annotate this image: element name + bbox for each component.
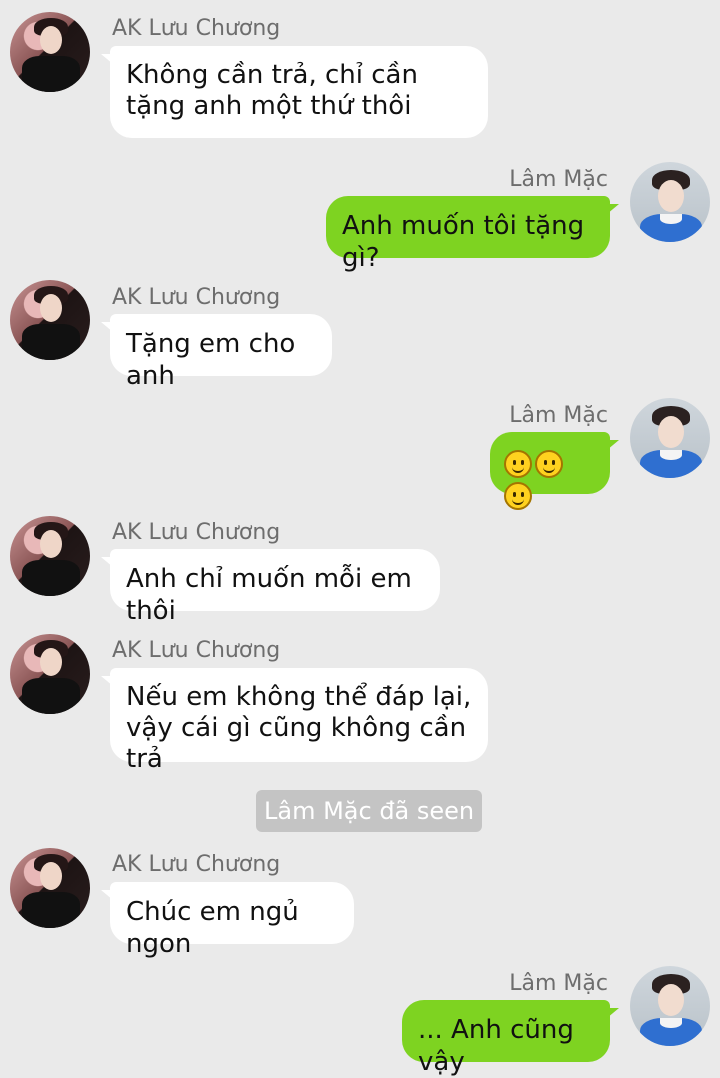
incoming-message-bubble[interactable]: Nếu em không thể đáp lại, vậy cái gì cũn… <box>101 668 488 774</box>
sender-name: AK Lưu Chương <box>112 16 281 41</box>
contact-avatar[interactable] <box>10 280 90 360</box>
contact-avatar[interactable] <box>10 516 90 596</box>
slightly-smiling-face-icon <box>504 449 532 478</box>
sender-name: AK Lưu Chương <box>112 520 281 545</box>
slightly-smiling-face-icon <box>504 481 532 510</box>
sender-name: Lâm Mặc <box>509 403 608 428</box>
self-avatar[interactable] <box>630 398 710 478</box>
incoming-message-bubble[interactable]: Anh chỉ muốn mỗi em thôi <box>101 549 440 626</box>
incoming-message-bubble[interactable]: Chúc em ngủ ngon <box>101 882 354 959</box>
contact-avatar[interactable] <box>10 12 90 92</box>
sender-name: AK Lưu Chương <box>112 638 281 663</box>
sender-name: Lâm Mặc <box>509 167 608 192</box>
sender-name: AK Lưu Chương <box>112 852 281 877</box>
sender-name: AK Lưu Chương <box>112 285 281 310</box>
self-avatar[interactable] <box>630 966 710 1046</box>
incoming-message-bubble[interactable]: Tặng em cho anh <box>101 314 332 391</box>
slightly-smiling-face-icon <box>535 449 563 478</box>
seen-notice: Lâm Mặc đã seen <box>256 790 483 832</box>
outgoing-message-bubble[interactable]: ... Anh cũng vậy <box>402 1000 619 1077</box>
incoming-message-bubble[interactable]: Không cần trả, chỉ cần tặng anh một thứ … <box>101 46 488 138</box>
outgoing-message-bubble[interactable]: Anh muốn tôi tặng gì? <box>326 196 619 273</box>
outgoing-message-bubble[interactable] <box>490 432 619 510</box>
contact-avatar[interactable] <box>10 848 90 928</box>
sender-name: Lâm Mặc <box>509 971 608 996</box>
self-avatar[interactable] <box>630 162 710 242</box>
contact-avatar[interactable] <box>10 634 90 714</box>
